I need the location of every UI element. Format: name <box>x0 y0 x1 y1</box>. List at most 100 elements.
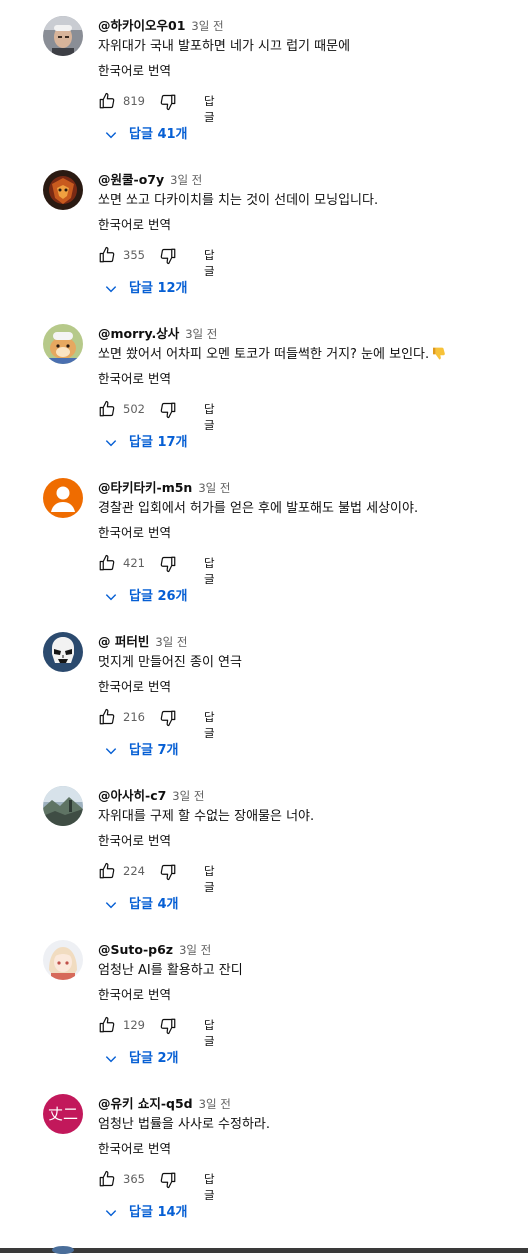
landscape-photo-avatar-icon[interactable] <box>43 786 83 826</box>
thumbs-down-icon <box>160 1172 176 1189</box>
comment-author[interactable]: @타키타키-m5n <box>98 480 192 495</box>
chevron-down-icon <box>105 1056 117 1063</box>
replies-count-label: 답글 17개 <box>129 435 188 450</box>
replies-count-label: 답글 12개 <box>129 281 188 296</box>
comment-text: 자위대가 국내 발포하면 네가 시끄 럽기 때문에 <box>98 39 351 54</box>
thumbs-up-icon <box>99 708 115 725</box>
man-photo-avatar-icon[interactable] <box>43 16 83 56</box>
thumbs-up-icon <box>99 1170 115 1187</box>
like-button[interactable] <box>98 92 116 110</box>
anime-girl-avatar-icon[interactable] <box>43 940 83 980</box>
comment-timestamp[interactable]: 3일 전 <box>170 173 202 187</box>
translate-button[interactable]: 한국어로 번역 <box>98 1140 171 1158</box>
translate-button[interactable]: 한국어로 번역 <box>98 216 171 234</box>
comment-text: 멋지게 만들어진 종이 연극 <box>98 655 242 670</box>
reply-button[interactable]: 답글 <box>204 1171 215 1203</box>
like-button[interactable] <box>98 708 116 726</box>
comment-header: @아사히-c7 3일 전 <box>98 786 204 804</box>
comment-text: 경찰관 입회에서 허가를 얻은 후에 발포해도 불법 세상이야. <box>98 501 419 516</box>
thumbs-up-icon <box>99 1016 115 1033</box>
like-button[interactable] <box>98 862 116 880</box>
chevron-down-icon <box>105 286 117 293</box>
default-person-avatar-icon[interactable] <box>43 478 83 518</box>
thumbs-down-icon <box>160 94 176 111</box>
translate-button[interactable]: 한국어로 번역 <box>98 832 171 850</box>
comment-author[interactable]: @Suto-p6z <box>98 942 173 957</box>
thumbs-up-icon <box>99 246 115 263</box>
reply-button[interactable]: 답글 <box>204 555 215 587</box>
thumbs-down-icon <box>160 556 176 573</box>
comment-header: @원쿨-o7y 3일 전 <box>98 170 202 188</box>
comment-timestamp[interactable]: 3일 전 <box>199 1097 231 1111</box>
reply-button[interactable]: 답글 <box>204 247 215 279</box>
comment-text-body: 쏘면 쐈어서 어차피 오멘 토코가 떠들썩한 거지? 눈에 보인다. <box>98 347 430 362</box>
translate-button[interactable]: 한국어로 번역 <box>98 62 171 80</box>
reply-button[interactable]: 답글 <box>204 863 215 895</box>
comment-author[interactable]: @하카이오우01 <box>98 18 185 33</box>
kanji-avatar-icon[interactable]: 丈二 <box>43 1094 83 1134</box>
like-button[interactable] <box>98 1016 116 1034</box>
dislike-button[interactable] <box>159 1171 177 1189</box>
dislike-button[interactable] <box>159 863 177 881</box>
comment-text: 자위대를 구제 할 수없는 장애물은 너야. <box>98 809 315 824</box>
comment-author[interactable]: @유키 쇼지-q5d <box>98 1096 193 1111</box>
reply-button[interactable]: 답글 <box>204 709 215 741</box>
dislike-button[interactable] <box>159 93 177 111</box>
replies-count-label: 답글 26개 <box>129 589 188 604</box>
stormtrooper-avatar-icon[interactable] <box>43 632 83 672</box>
replies-count-label: 답글 14개 <box>129 1205 188 1220</box>
dislike-button[interactable] <box>159 401 177 419</box>
like-button[interactable] <box>98 1170 116 1188</box>
comment-thread: @하카이오우01 3일 전 자위대가 국내 발포하면 네가 시끄 럽기 때문에 한… <box>0 0 528 154</box>
dislike-button[interactable] <box>159 1017 177 1035</box>
comment-timestamp[interactable]: 3일 전 <box>198 481 230 495</box>
comment-header: @타키타키-m5n 3일 전 <box>98 478 230 496</box>
comment-author[interactable]: @아사히-c7 <box>98 788 166 803</box>
chevron-down-icon <box>105 748 117 755</box>
thumbs-down-icon <box>160 402 176 419</box>
thumbs-down-emoji-icon <box>431 345 447 368</box>
comment-author[interactable]: @원쿨-o7y <box>98 172 164 187</box>
thumbs-up-icon <box>99 554 115 571</box>
comment-author[interactable]: @morry.상사 <box>98 326 179 341</box>
comment-text: 엄청난 법률을 사사로 수정하라. <box>98 1117 271 1132</box>
comment-thread: @아사히-c7 3일 전 자위대를 구제 할 수없는 장애물은 너야. 한국어로 … <box>0 770 528 924</box>
avatar-initials: 丈二 <box>47 1105 78 1123</box>
like-count: 129 <box>123 1018 145 1032</box>
comment-text: 엄청난 AI를 활용하고 잔디 <box>98 963 243 978</box>
comment-timestamp[interactable]: 3일 전 <box>191 19 223 33</box>
like-count: 216 <box>123 710 145 724</box>
comment-author[interactable]: @ 퍼터빈 <box>98 634 149 649</box>
comment-timestamp[interactable]: 3일 전 <box>172 789 204 803</box>
comment-timestamp[interactable]: 3일 전 <box>179 943 211 957</box>
comment-timestamp[interactable]: 3일 전 <box>155 635 187 649</box>
comment-text: 쏘면 쏘고 다카이치를 치는 것이 선데이 모닝입니다. <box>98 193 379 208</box>
dislike-button[interactable] <box>159 247 177 265</box>
like-button[interactable] <box>98 246 116 264</box>
dislike-button[interactable] <box>159 709 177 727</box>
comment-thread: @Suto-p6z 3일 전 엄청난 AI를 활용하고 잔디 한국어로 번역 12… <box>0 924 528 1078</box>
comment-header: @Suto-p6z 3일 전 <box>98 940 211 958</box>
thumbs-down-icon <box>160 710 176 727</box>
dislike-button[interactable] <box>159 555 177 573</box>
like-button[interactable] <box>98 400 116 418</box>
like-count: 502 <box>123 402 145 416</box>
translate-button[interactable]: 한국어로 번역 <box>98 370 171 388</box>
translate-button[interactable]: 한국어로 번역 <box>98 524 171 542</box>
replies-count-label: 답글 41개 <box>129 127 188 142</box>
reply-button[interactable]: 답글 <box>204 93 215 125</box>
reply-button[interactable]: 답글 <box>204 401 215 433</box>
thumbs-up-icon <box>99 92 115 109</box>
translate-button[interactable]: 한국어로 번역 <box>98 678 171 696</box>
thumbs-down-icon <box>160 1018 176 1035</box>
comment-thread: @타키타키-m5n 3일 전 경찰관 입회에서 허가를 얻은 후에 발포해도 불법… <box>0 462 528 616</box>
like-button[interactable] <box>98 554 116 572</box>
translate-button[interactable]: 한국어로 번역 <box>98 986 171 1004</box>
comment-header: @유키 쇼지-q5d 3일 전 <box>98 1094 231 1112</box>
chevron-down-icon <box>105 440 117 447</box>
comment-timestamp[interactable]: 3일 전 <box>185 327 217 341</box>
character-avatar-icon[interactable] <box>43 170 83 210</box>
like-count: 819 <box>123 94 145 108</box>
cartoon-dog-avatar-icon[interactable] <box>43 324 83 364</box>
reply-button[interactable]: 답글 <box>204 1017 215 1049</box>
